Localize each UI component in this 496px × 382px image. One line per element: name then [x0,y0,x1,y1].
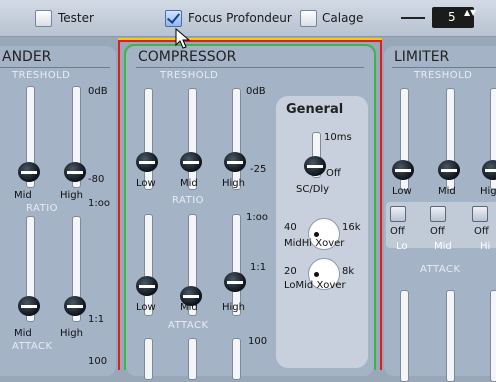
limiter-title: LIMITER [394,49,450,65]
expander-attack-max: 100 [88,356,108,367]
expander-treshold-high-fader[interactable] [64,86,88,188]
limiter-mid-off: Off [430,226,445,237]
limiter-treshold-label: TRESHOLD [414,70,473,81]
expander-high-label: High [60,190,83,201]
expander-mid-label-2: Mid [14,328,32,339]
compressor-focus-frame [124,44,376,370]
focus-profondeur-label: Focus Profondeur [188,11,292,25]
focus-profondeur-checkbox[interactable] [165,10,182,27]
limiter-attack-high-fader[interactable] [482,290,496,382]
toolbar: Tester Focus Profondeur Calage 5 ▲▼ [0,0,496,37]
expander-attack-label: ATTACK [12,341,53,352]
expander-mid-label: Mid [14,190,32,201]
expander-ratio-mid-fader[interactable] [18,216,42,322]
limiter-lo-toggle[interactable] [390,206,406,222]
limiter-treshold-mid-fader[interactable] [438,88,462,190]
calage-label: Calage [322,11,364,25]
limiter-high-label: High [480,186,496,197]
calage-checkbox[interactable] [300,10,317,27]
expander-treshold-mid-fader[interactable] [18,86,42,188]
expander-ratio-max: 1:oo [88,198,110,209]
limiter-lo-off: Off [390,226,405,237]
limiter-mid-toggle[interactable] [430,206,446,222]
expander-treshold-max: 0dB [88,86,108,97]
limiter-hi-off: Off [474,226,489,237]
limiter-attack-mid-fader[interactable] [438,290,462,382]
limiter-hi-toggle[interactable] [472,206,488,222]
mouse-cursor-icon [175,28,191,49]
expander-treshold-min: -80 [88,174,105,185]
limiter-hi-label: Hi [480,241,491,252]
divider [392,67,496,68]
limiter-mi-label: Mid [434,241,452,252]
limiter-attack-label: ATTACK [420,264,461,275]
expander-panel: ANDER TRESHOLD 0dB -80 Mid High RATIO 1:… [0,46,116,376]
limiter-treshold-high-fader[interactable] [482,88,496,190]
spin-arrows-icon[interactable]: ▲▼ [464,9,476,17]
expander-high-label-2: High [60,328,83,339]
limiter-mid-label: Mid [438,186,456,197]
dash-divider [401,17,425,19]
expander-ratio-label: RATIO [26,203,59,214]
limiter-lo-label: Lo [396,241,408,252]
tester-label: Tester [58,11,94,25]
limiter-treshold-low-fader[interactable] [392,88,416,190]
limiter-attack-low-fader[interactable] [392,290,416,382]
divider [0,67,110,68]
expander-treshold-label: TRESHOLD [12,70,71,81]
spin-value: 5 [448,10,456,24]
expander-ratio-high-fader[interactable] [64,216,88,322]
tester-checkbox[interactable] [35,10,52,27]
limiter-panel: LIMITER TRESHOLD Low Mid High Off Off Of… [384,46,496,382]
value-spinbox[interactable]: 5 ▲▼ [432,7,476,28]
expander-title: ANDER [2,49,52,65]
limiter-low-label: Low [392,186,412,197]
expander-ratio-min: 1:1 [88,314,105,325]
